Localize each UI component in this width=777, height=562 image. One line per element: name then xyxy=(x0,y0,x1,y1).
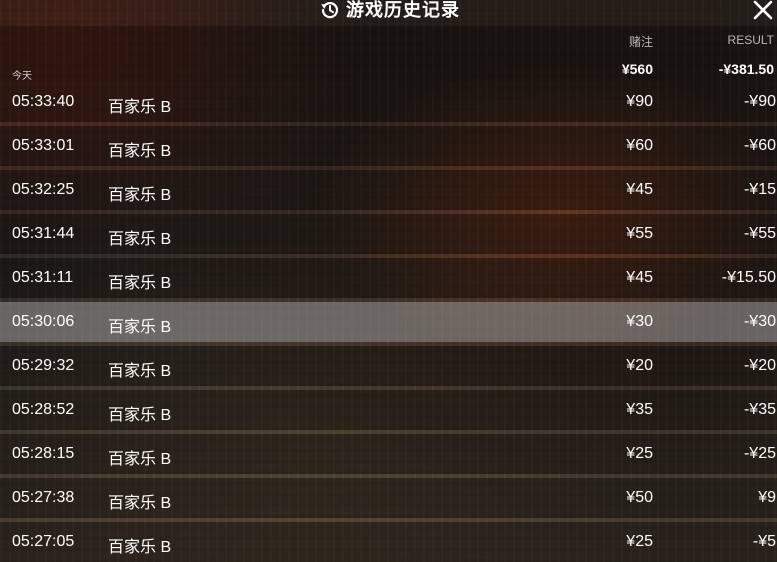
title-group: 游戏历史记录 xyxy=(320,0,460,20)
row-stake: ¥20 xyxy=(626,357,653,374)
history-row[interactable]: 05:33:40 百家乐 B ¥90 -¥90 xyxy=(0,82,777,122)
row-stake: ¥25 xyxy=(626,445,653,462)
row-result: -¥30 xyxy=(743,313,776,330)
row-result: -¥25 xyxy=(743,445,776,462)
result-column-header: RESULT xyxy=(727,33,774,47)
game-history-screen: 游戏历史记录 赌注 RESULT 今天 ¥560 -¥381.50 05:33:… xyxy=(0,0,777,562)
page-title: 游戏历史记录 xyxy=(346,0,460,20)
row-game: 百家乐 B xyxy=(108,99,172,116)
history-row[interactable]: 05:31:44 百家乐 B ¥55 -¥55 xyxy=(0,214,777,254)
row-game: 百家乐 B xyxy=(108,363,172,380)
history-row[interactable]: 05:28:52 百家乐 B ¥35 -¥35 xyxy=(0,390,777,430)
row-result: -¥60 xyxy=(743,137,776,154)
history-row[interactable]: 05:27:38 百家乐 B ¥50 ¥9 xyxy=(0,478,777,518)
row-result: -¥20 xyxy=(743,357,776,374)
row-game: 百家乐 B xyxy=(108,231,172,248)
row-time: 05:28:52 xyxy=(12,401,75,418)
history-row[interactable]: 05:29:32 百家乐 B ¥20 -¥20 xyxy=(0,346,777,386)
history-row[interactable]: 05:32:25 百家乐 B ¥45 -¥15 xyxy=(0,170,777,210)
row-time: 05:27:38 xyxy=(12,489,75,506)
row-stake: ¥35 xyxy=(626,401,653,418)
row-game: 百家乐 B xyxy=(108,539,172,556)
row-result: -¥15.50 xyxy=(721,269,776,286)
row-result: -¥55 xyxy=(743,225,776,242)
history-row[interactable]: 05:31:11 百家乐 B ¥45 -¥15.50 xyxy=(0,258,777,298)
history-row-selected[interactable]: 05:30:06 百家乐 B ¥30 -¥30 xyxy=(0,302,777,342)
row-stake: ¥30 xyxy=(626,313,653,330)
row-result: ¥9 xyxy=(758,489,776,506)
row-result: -¥15 xyxy=(743,181,776,198)
row-stake: ¥60 xyxy=(626,137,653,154)
row-game: 百家乐 B xyxy=(108,407,172,424)
row-game: 百家乐 B xyxy=(108,143,172,160)
total-result: -¥381.50 xyxy=(718,61,774,77)
close-icon xyxy=(753,0,773,20)
history-icon xyxy=(320,0,340,20)
row-result: -¥5 xyxy=(752,533,776,550)
row-stake: ¥25 xyxy=(626,533,653,550)
row-game: 百家乐 B xyxy=(108,187,172,204)
row-time: 05:31:11 xyxy=(12,269,74,286)
row-time: 05:28:15 xyxy=(12,445,75,462)
row-time: 05:31:44 xyxy=(12,225,75,242)
row-time: 05:32:25 xyxy=(12,181,75,198)
row-stake: ¥90 xyxy=(626,93,653,110)
stake-column-header: 赌注 xyxy=(628,35,653,49)
title-bar: 游戏历史记录 xyxy=(0,0,777,26)
row-game: 百家乐 B xyxy=(108,495,172,512)
row-time: 05:33:40 xyxy=(12,93,75,110)
row-stake: ¥55 xyxy=(626,225,653,242)
history-row[interactable]: 05:28:15 百家乐 B ¥25 -¥25 xyxy=(0,434,777,474)
row-game: 百家乐 B xyxy=(108,319,172,336)
history-row[interactable]: 05:33:01 百家乐 B ¥60 -¥60 xyxy=(0,126,777,166)
row-game: 百家乐 B xyxy=(108,275,172,292)
total-stake: ¥560 xyxy=(621,61,653,77)
row-result: -¥35 xyxy=(743,401,776,418)
row-result: -¥90 xyxy=(743,93,776,110)
history-row[interactable]: 05:27:05 百家乐 B ¥25 -¥5 xyxy=(0,522,777,562)
close-button[interactable] xyxy=(753,0,773,20)
row-game: 百家乐 B xyxy=(108,451,172,468)
day-group-label: 今天 xyxy=(12,71,32,82)
history-list: 05:33:40 百家乐 B ¥90 -¥90 05:33:01 百家乐 B ¥… xyxy=(0,82,777,562)
row-time: 05:29:32 xyxy=(12,357,75,374)
row-stake: ¥45 xyxy=(626,269,653,286)
row-stake: ¥45 xyxy=(626,181,653,198)
row-time: 05:33:01 xyxy=(12,137,75,154)
row-time: 05:27:05 xyxy=(12,533,75,550)
row-time: 05:30:06 xyxy=(12,313,75,330)
row-stake: ¥50 xyxy=(626,489,653,506)
table-header: 赌注 RESULT 今天 ¥560 -¥381.50 xyxy=(0,26,777,82)
